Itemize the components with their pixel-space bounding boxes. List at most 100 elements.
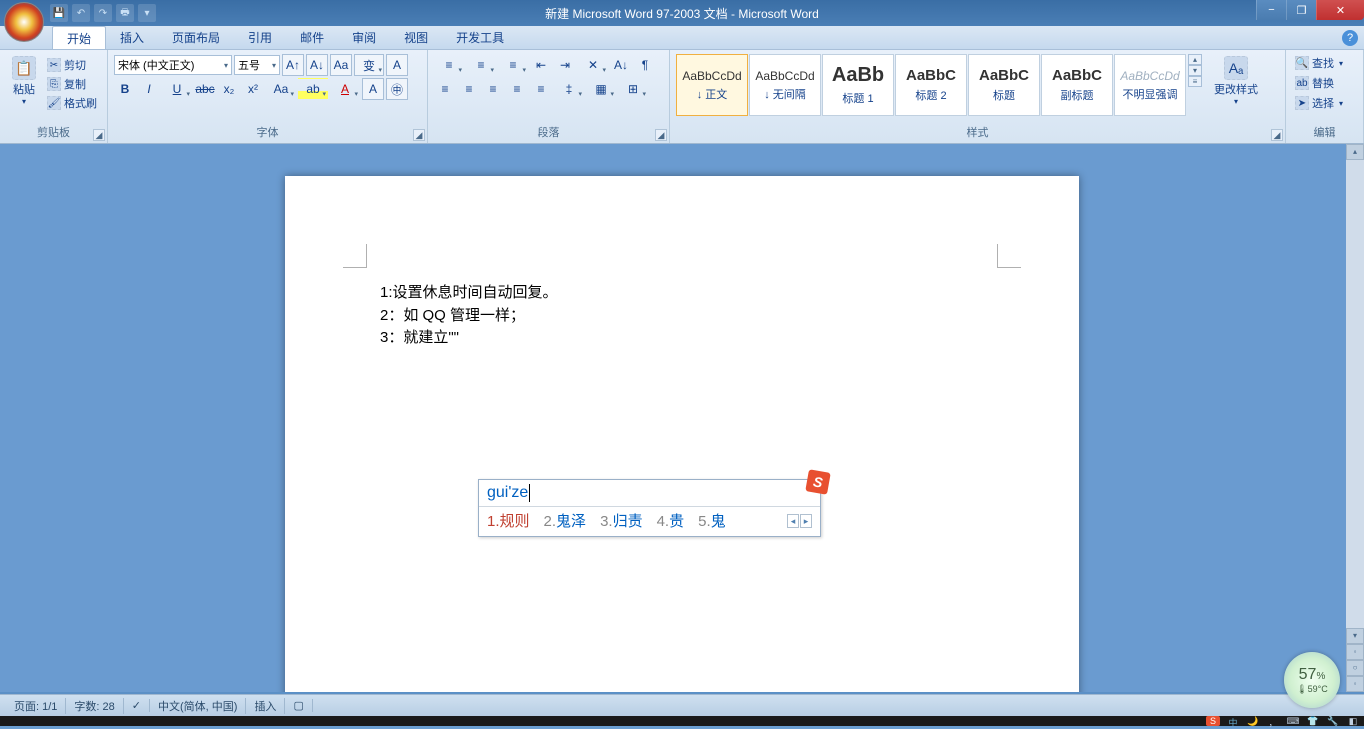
qat-undo-icon[interactable]: ↶ [72,4,90,22]
style-item[interactable]: AaBbCcDd不明显强调 [1114,54,1186,116]
paste-button[interactable]: 📋 粘贴 ▾ [6,54,42,108]
status-word-count[interactable]: 字数: 28 [66,698,123,714]
bold-button[interactable]: B [114,78,136,100]
styles-launcher[interactable]: ◢ [1271,129,1283,141]
copy-button[interactable]: ⎘复制 [44,75,100,93]
char-shading-button[interactable]: A [362,78,384,100]
tab-layout[interactable]: 页面布局 [158,26,234,49]
char-border-button[interactable]: A [386,54,408,76]
asian-layout-button[interactable]: ✕ [578,54,608,76]
style-item[interactable]: AaBbC标题 [968,54,1040,116]
numbering-button[interactable]: ≡ [466,54,496,76]
ime-candidate[interactable]: 2.鬼泽 [544,510,587,531]
vertical-scrollbar[interactable]: ▴ ▾ ◦ ○ ◦ [1346,144,1364,692]
qat-save-icon[interactable]: 💾 [50,4,68,22]
style-item[interactable]: AaBbC标题 2 [895,54,967,116]
replace-button[interactable]: ab替换 [1292,74,1337,92]
scroll-down[interactable]: ▾ [1346,628,1364,644]
tray-ime-icon[interactable]: S [1206,716,1220,726]
align-center-button[interactable]: ≡ [458,78,480,100]
indent-inc-button[interactable]: ⇥ [554,54,576,76]
bullets-button[interactable]: ≡ [434,54,464,76]
tab-home[interactable]: 开始 [52,26,106,49]
ime-candidate[interactable]: 3.归责 [600,510,643,531]
tab-mailings[interactable]: 邮件 [286,26,338,49]
font-color-button[interactable]: A [330,78,360,100]
find-button[interactable]: 🔍查找▾ [1292,54,1346,72]
subscript-button[interactable]: x₂ [218,78,240,100]
indent-dec-button[interactable]: ⇤ [530,54,552,76]
highlight-button[interactable]: ab [298,78,328,100]
tray-punct-icon[interactable]: ， [1266,716,1280,726]
tray-more-icon[interactable]: ◧ [1346,716,1360,726]
superscript-button[interactable]: x² [242,78,264,100]
font-size-combo[interactable]: 五号▾ [234,55,280,75]
align-right-button[interactable]: ≡ [482,78,504,100]
status-page[interactable]: 页面: 1/1 [6,698,66,714]
style-item[interactable]: AaBbC副标题 [1041,54,1113,116]
help-button[interactable]: ? [1342,30,1358,46]
change-case-button[interactable]: Aa [266,78,296,100]
line-spacing-button[interactable]: ‡ [554,78,584,100]
tray-keyboard-icon[interactable]: ⌨ [1286,716,1300,726]
prev-page[interactable]: ◦ [1346,644,1364,660]
status-macro-icon[interactable]: ▢ [285,699,312,712]
select-button[interactable]: ➤选择▾ [1292,94,1346,112]
font-launcher[interactable]: ◢ [413,129,425,141]
align-left-button[interactable]: ≡ [434,78,456,100]
next-page[interactable]: ◦ [1346,676,1364,692]
scroll-track[interactable] [1346,160,1364,628]
enclose-char-button[interactable]: ㊥ [386,78,408,100]
change-styles-button[interactable]: Aₐ 更改样式 ▾ [1210,54,1262,108]
clipboard-launcher[interactable]: ◢ [93,129,105,141]
borders-button[interactable]: ⊞ [618,78,648,100]
status-spellcheck-icon[interactable]: ✓ [124,699,150,712]
office-button[interactable] [4,2,44,42]
qat-more-icon[interactable]: ▾ [138,4,156,22]
tray-tool-icon[interactable]: 🔧 [1326,716,1340,726]
style-item[interactable]: AaBbCcDd↓ 无间隔 [749,54,821,116]
sort-button[interactable]: A↓ [610,54,632,76]
shrink-font-button[interactable]: A↓ [306,54,328,76]
tray-moon-icon[interactable]: 🌙 [1246,716,1260,726]
underline-button[interactable]: U [162,78,192,100]
align-distribute-button[interactable]: ≡ [530,78,552,100]
cut-button[interactable]: ✂剪切 [44,56,100,74]
gallery-up[interactable]: ▴ [1188,54,1202,65]
qat-print-icon[interactable]: 🖶 [116,4,134,22]
tab-references[interactable]: 引用 [234,26,286,49]
ime-candidate[interactable]: 1.规则 [487,510,530,531]
shading-button[interactable]: ▦ [586,78,616,100]
italic-button[interactable]: I [138,78,160,100]
minimize-button[interactable]: − [1256,0,1286,20]
grow-font-button[interactable]: A↑ [282,54,304,76]
ime-next[interactable]: ▸ [800,514,812,528]
status-insert-mode[interactable]: 插入 [246,698,285,714]
ime-candidate[interactable]: 4.贵 [657,510,685,531]
gallery-more[interactable]: ≡ [1188,76,1202,87]
format-painter-button[interactable]: 🖌格式刷 [44,94,100,112]
ime-prev[interactable]: ◂ [787,514,799,528]
tray-lang-icon[interactable]: 中 [1226,716,1240,726]
tray-skin-icon[interactable]: 👕 [1306,716,1320,726]
maximize-button[interactable]: ❐ [1286,0,1316,20]
document-page[interactable]: 1:设置休息时间自动回复。 2：如 QQ 管理一样； 3：就建立"" [285,176,1079,692]
tab-review[interactable]: 审阅 [338,26,390,49]
gallery-down[interactable]: ▾ [1188,65,1202,76]
tab-developer[interactable]: 开发工具 [442,26,518,49]
scroll-up[interactable]: ▴ [1346,144,1364,160]
tab-insert[interactable]: 插入 [106,26,158,49]
paragraph-launcher[interactable]: ◢ [655,129,667,141]
phonetic-button[interactable]: 变 [354,54,384,76]
browse-object[interactable]: ○ [1346,660,1364,676]
qat-redo-icon[interactable]: ↷ [94,4,112,22]
font-name-combo[interactable]: 宋体 (中文正文)▾ [114,55,232,75]
align-justify-button[interactable]: ≡ [506,78,528,100]
show-marks-button[interactable]: ¶ [634,54,656,76]
zoom-badge[interactable]: 57% 🌡59°C [1284,652,1340,708]
clear-format-button[interactable]: Aa [330,54,352,76]
style-item[interactable]: AaBb标题 1 [822,54,894,116]
ime-candidate[interactable]: 5.鬼 [698,510,726,531]
multilevel-button[interactable]: ≡ [498,54,528,76]
strikethrough-button[interactable]: abc [194,78,216,100]
